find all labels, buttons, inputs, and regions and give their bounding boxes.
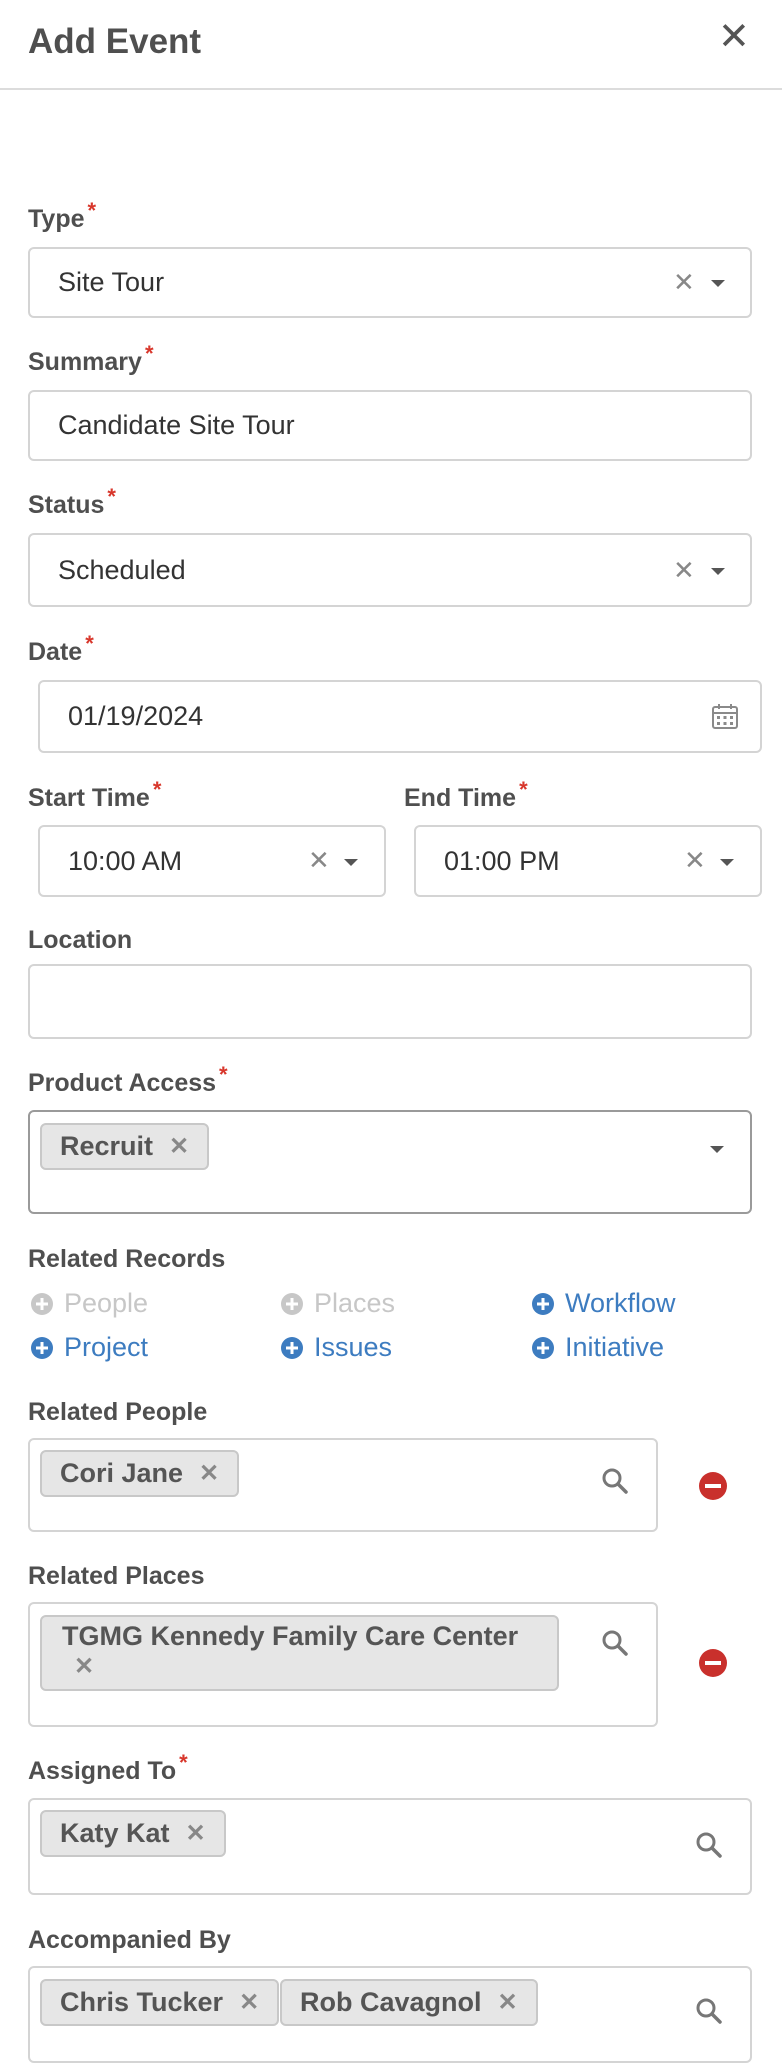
chevron-down-icon[interactable] — [711, 568, 725, 575]
type-label: Type * — [28, 198, 97, 233]
chip-remove-icon[interactable]: ✕ — [199, 1459, 219, 1488]
date-input[interactable]: 01/19/2024 — [38, 680, 762, 753]
plus-circle-icon — [31, 1292, 53, 1315]
end-time-label: End Time * — [404, 777, 528, 812]
chevron-down-icon[interactable] — [710, 1146, 724, 1153]
related-records-label: Related Records — [28, 1245, 226, 1273]
search-icon[interactable] — [600, 1628, 630, 1658]
required-marker: * — [144, 341, 154, 366]
type-select[interactable]: Site Tour ✕ — [28, 247, 752, 318]
chevron-down-icon[interactable] — [344, 859, 358, 866]
product-access-label: Product Access * — [28, 1062, 228, 1097]
search-icon[interactable] — [694, 1830, 724, 1860]
required-marker: * — [152, 777, 162, 802]
place-chip-label: TGMG Kennedy Family Care Center — [62, 1621, 519, 1651]
remove-people-icon[interactable] — [698, 1471, 728, 1501]
plus-circle-icon — [281, 1292, 303, 1315]
required-marker: * — [85, 631, 94, 656]
add-project-link[interactable]: Project — [30, 1332, 148, 1363]
related-places-label: Related Places — [28, 1562, 205, 1590]
person-chip: Cori Jane ✕ — [40, 1450, 240, 1497]
link-label: Places — [314, 1288, 396, 1318]
end-time-select[interactable]: 01:00 PM ✕ — [414, 825, 762, 897]
chevron-down-icon[interactable] — [711, 280, 725, 287]
status-select[interactable]: Scheduled ✕ — [28, 533, 752, 607]
date-label: Date * — [28, 631, 94, 666]
close-icon[interactable]: ✕ — [718, 18, 750, 56]
location-input[interactable] — [28, 964, 752, 1039]
status-value: Scheduled — [58, 555, 186, 585]
related-people-input[interactable]: Cori Jane ✕ — [28, 1438, 658, 1532]
related-people-label: Related People — [28, 1398, 208, 1426]
search-icon[interactable] — [600, 1466, 630, 1496]
link-label: Issues — [314, 1332, 393, 1362]
start-time-select[interactable]: 10:00 AM ✕ — [38, 825, 386, 897]
chevron-down-icon[interactable] — [720, 859, 734, 866]
add-people-link: People — [30, 1288, 148, 1319]
assigned-to-input[interactable]: Katy Kat ✕ — [28, 1798, 752, 1895]
link-label: Workflow — [565, 1288, 676, 1318]
plus-circle-icon — [532, 1336, 554, 1359]
chip-remove-icon[interactable]: ✕ — [186, 1819, 206, 1848]
modal-title: Add Event — [28, 22, 202, 61]
link-label: Project — [64, 1332, 149, 1362]
required-marker: * — [519, 777, 528, 802]
related-places-input[interactable]: TGMG Kennedy Family Care Center ✕ — [28, 1602, 658, 1727]
product-chip: Recruit ✕ — [40, 1123, 210, 1170]
plus-circle-icon — [31, 1336, 53, 1359]
location-label: Location — [28, 926, 133, 954]
status-label: Status * — [28, 484, 116, 519]
link-label: Initiative — [565, 1332, 665, 1362]
assignee-chip: Katy Kat ✕ — [40, 1810, 226, 1857]
end-time-value: 01:00 PM — [444, 846, 560, 876]
required-marker: * — [219, 1062, 228, 1087]
clear-icon[interactable]: ✕ — [308, 847, 330, 873]
chip-remove-icon[interactable]: ✕ — [74, 1652, 94, 1681]
clear-icon[interactable]: ✕ — [684, 847, 706, 873]
required-marker: * — [107, 484, 116, 509]
add-workflow-link[interactable]: Workflow — [531, 1288, 676, 1319]
plus-circle-icon — [281, 1336, 303, 1359]
clear-icon[interactable]: ✕ — [673, 557, 695, 583]
calendar-icon[interactable] — [711, 702, 739, 730]
start-time-value: 10:00 AM — [68, 846, 183, 876]
date-value: 01/19/2024 — [68, 701, 204, 731]
required-marker: * — [179, 1750, 188, 1775]
assigned-to-label: Assigned To * — [28, 1750, 188, 1785]
start-time-label: Start Time * — [28, 777, 162, 812]
plus-circle-icon — [532, 1292, 554, 1315]
place-chip: TGMG Kennedy Family Care Center ✕ — [40, 1615, 559, 1691]
type-value: Site Tour — [58, 267, 165, 297]
summary-value: Candidate Site Tour — [58, 410, 295, 440]
remove-places-icon[interactable] — [698, 1648, 728, 1678]
accompanied-by-input[interactable]: Chris Tucker ✕ Rob Cavagnol ✕ — [28, 1966, 752, 2063]
product-access-select[interactable]: Recruit ✕ — [28, 1110, 752, 1214]
add-initiative-link[interactable]: Initiative — [531, 1332, 664, 1363]
add-issues-link[interactable]: Issues — [280, 1332, 392, 1363]
summary-label: Summary * — [28, 341, 154, 376]
chip-remove-icon[interactable]: ✕ — [169, 1132, 189, 1161]
required-marker: * — [87, 198, 97, 223]
link-label: People — [64, 1288, 149, 1318]
summary-input[interactable]: Candidate Site Tour — [28, 390, 752, 461]
clear-icon[interactable]: ✕ — [673, 269, 695, 295]
accompanied-by-label: Accompanied By — [28, 1926, 231, 1954]
modal-header: Add Event ✕ — [0, 0, 782, 90]
search-icon[interactable] — [694, 1996, 724, 2026]
add-places-link: Places — [280, 1288, 395, 1319]
